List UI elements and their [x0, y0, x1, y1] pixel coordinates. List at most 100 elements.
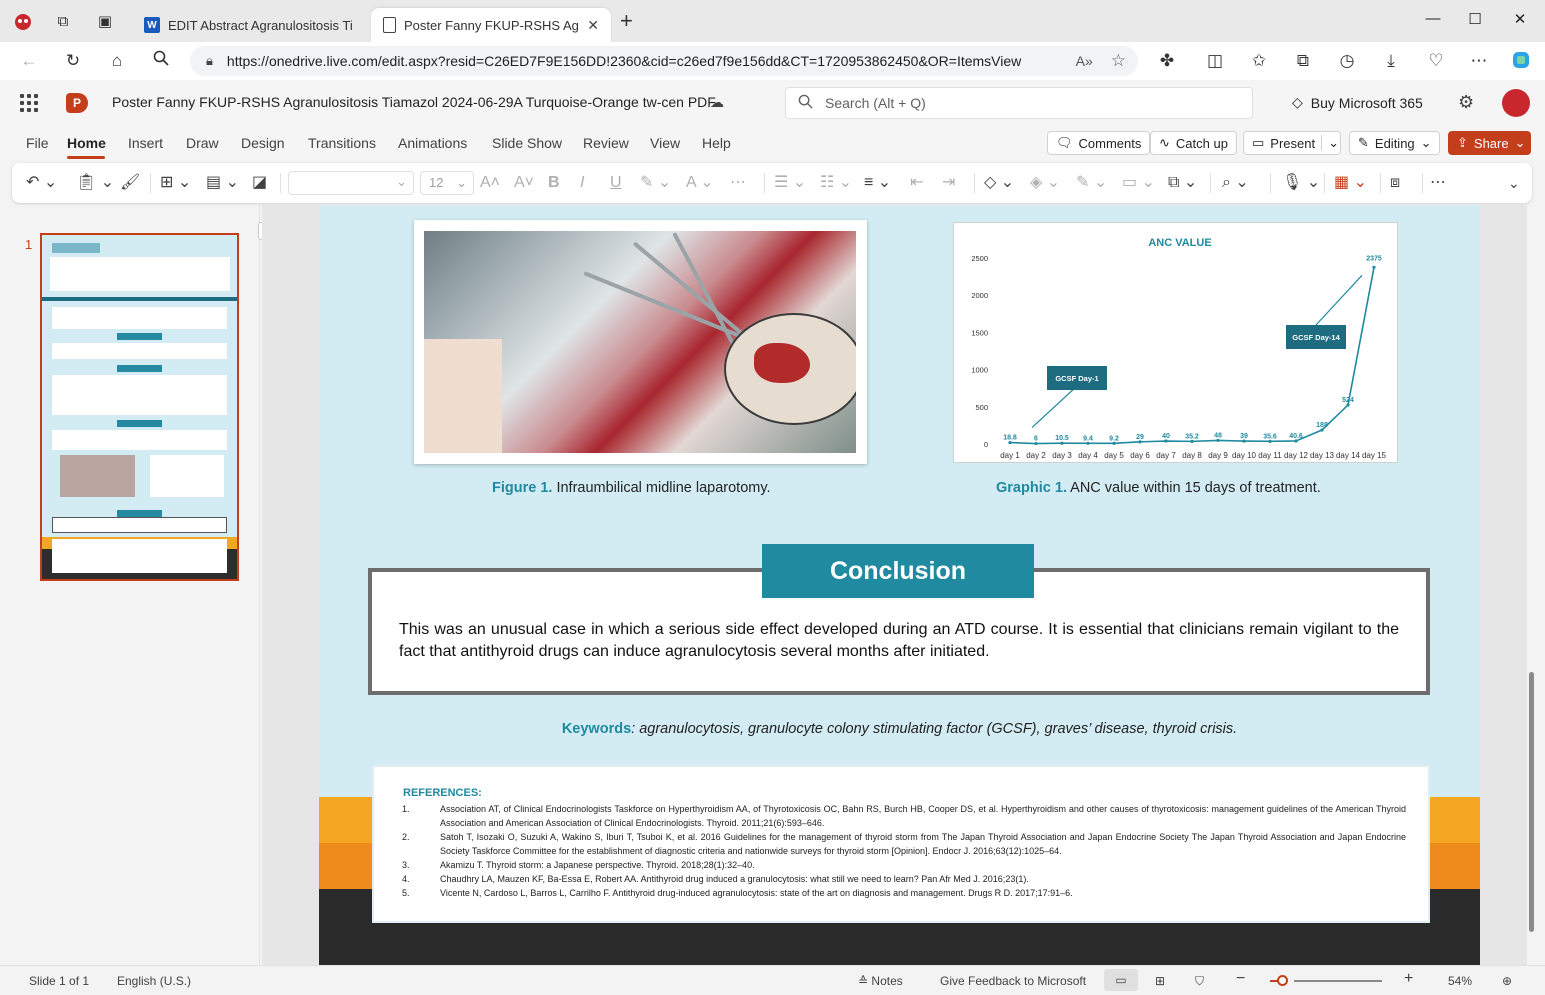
more-options-icon[interactable]: ⋯ — [1430, 172, 1446, 194]
collections-icon[interactable]: ⧉ — [1292, 50, 1314, 72]
slide-sorter-icon[interactable]: ⊞ — [1155, 974, 1165, 988]
app-launcher-icon[interactable] — [20, 94, 38, 112]
workspaces-icon[interactable]: ⧉ — [52, 10, 74, 32]
shape-effects-icon[interactable]: ▭ ⌄ — [1122, 172, 1155, 194]
designer-icon[interactable]: ▦ ⌄ — [1334, 172, 1367, 194]
normal-view-icon[interactable]: ▭ — [1104, 969, 1138, 991]
more-icon[interactable]: ⋯ — [1468, 50, 1490, 72]
figure-frame[interactable] — [414, 220, 867, 464]
tab-poster[interactable]: Poster Fanny FKUP-RSHS Agranu ✕ — [371, 8, 611, 42]
tab-design[interactable]: Design — [241, 135, 285, 151]
grow-font-icon[interactable]: A˄ — [480, 172, 500, 194]
format-painter-icon[interactable]: 🖌︎ — [120, 172, 140, 194]
tab-animations[interactable]: Animations — [398, 135, 467, 151]
tab-help[interactable]: Help — [702, 135, 731, 151]
present-button[interactable]: ▭ Present ⌄ — [1243, 131, 1341, 155]
new-slide-icon[interactable]: ⊞ ⌄ — [160, 172, 191, 194]
share-button[interactable]: ⇪ Share ⌄ — [1448, 131, 1531, 155]
tab-draw[interactable]: Draw — [186, 135, 219, 151]
tab-home[interactable]: Home — [67, 135, 106, 151]
avatar[interactable] — [1502, 89, 1530, 117]
zoom-slider[interactable] — [1294, 980, 1382, 982]
conclusion-text[interactable]: This was an unusual case in which a seri… — [399, 619, 1399, 663]
tab-view[interactable]: View — [650, 135, 680, 151]
zoom-in-icon[interactable]: + — [1404, 970, 1413, 988]
underline-icon[interactable]: U — [610, 172, 622, 194]
maximize-icon[interactable]: ☐ — [1465, 10, 1485, 28]
font-name-field[interactable]: ⌄ — [288, 171, 414, 195]
tab-review[interactable]: Review — [583, 135, 629, 151]
search-input[interactable]: Search (Alt + Q) — [785, 87, 1253, 119]
refresh-icon[interactable]: ↻ — [62, 50, 84, 72]
favorite-star-icon[interactable]: ☆ — [1111, 51, 1126, 71]
catch-up-button[interactable]: ∿ Catch up — [1150, 131, 1237, 155]
read-aloud-icon[interactable]: A» — [1076, 53, 1093, 69]
find-icon[interactable]: ⌕ ⌄ — [1222, 172, 1249, 194]
shrink-font-icon[interactable]: A˅ — [514, 172, 534, 194]
new-tab-button[interactable]: + — [620, 10, 633, 32]
tab-insert[interactable]: Insert — [128, 135, 163, 151]
saved-status-icon[interactable]: ☁︎ — [710, 94, 724, 111]
shape-outline-icon[interactable]: ✎ ⌄ — [1076, 172, 1107, 194]
notes-button[interactable]: ≙ Notes — [858, 974, 903, 988]
home-icon[interactable]: ⌂ — [106, 50, 128, 72]
profile-icon[interactable] — [12, 10, 34, 32]
tab-transitions[interactable]: Transitions — [308, 135, 376, 151]
chevron-down-icon[interactable]: ⌄ — [1321, 135, 1339, 151]
slide-thumbnail[interactable] — [40, 233, 239, 581]
feedback-button[interactable]: Give Feedback to Microsoft — [940, 974, 1086, 988]
history-icon[interactable]: ◷ — [1336, 50, 1358, 72]
reading-view-icon[interactable]: ⛉ — [1195, 974, 1204, 989]
expand-ribbon-icon[interactable]: ⌄ — [1508, 172, 1520, 194]
addins-icon[interactable]: ⧈ — [1390, 172, 1400, 194]
gear-icon[interactable]: ⚙ — [1458, 92, 1474, 113]
dictate-icon[interactable]: 🎙︎ ⌄ — [1282, 172, 1320, 194]
scrollbar-thumb[interactable] — [1529, 672, 1534, 932]
keywords[interactable]: Keywords: agranulocytosis, granulocyte c… — [319, 721, 1480, 737]
search-icon[interactable] — [150, 50, 172, 72]
references-box[interactable]: REFERENCES: 1. Association AT, of Clinic… — [372, 765, 1430, 923]
fit-slide-icon[interactable]: ⊕ — [1502, 974, 1512, 988]
back-icon[interactable]: ← — [18, 50, 40, 72]
font-color-icon[interactable]: A ⌄ — [686, 172, 714, 194]
conclusion-heading[interactable]: Conclusion — [762, 544, 1034, 598]
document-title[interactable]: Poster Fanny FKUP-RSHS Agranulositosis T… — [112, 94, 716, 110]
tab-file[interactable]: File — [26, 135, 49, 151]
comments-button[interactable]: 🗨︎ Comments — [1047, 131, 1151, 155]
close-tab-icon[interactable]: ✕ — [587, 17, 599, 34]
slide[interactable]: ANC VALUE 0 500 1000 1500 2000 2500 day 1 day 2 d… — [319, 205, 1480, 965]
minimize-icon[interactable]: — — [1423, 10, 1443, 27]
zoom-out-icon[interactable]: − — [1236, 970, 1245, 988]
shapes-icon[interactable]: ◇ ⌄ — [984, 172, 1014, 194]
favorites-icon[interactable]: ✩ — [1248, 50, 1270, 72]
tab-actions-icon[interactable]: ▣ — [94, 10, 116, 32]
numbering-icon[interactable]: ☷ ⌄ — [820, 172, 852, 194]
undo-icon[interactable]: ↶ ⌄ — [26, 172, 57, 194]
highlight-icon[interactable]: ✎ ⌄ — [640, 172, 671, 194]
tab-edit-abstract[interactable]: W EDIT Abstract Agranulositosis Tia — [132, 8, 364, 42]
background-icon[interactable]: ◪ — [252, 172, 267, 194]
extensions-icon[interactable]: ✤ — [1156, 50, 1178, 72]
split-screen-icon[interactable]: ◫ — [1204, 50, 1226, 72]
url-field[interactable]: 🔒︎ https://onedrive.live.com/edit.aspx?r… — [190, 46, 1138, 76]
paste-icon[interactable]: 📋︎ ⌄ — [76, 172, 114, 194]
close-window-icon[interactable]: ✕ — [1510, 10, 1530, 28]
downloads-icon[interactable]: ⤓ — [1380, 50, 1402, 72]
shape-fill-icon[interactable]: ◈ ⌄ — [1030, 172, 1060, 194]
italic-icon[interactable]: I — [580, 172, 584, 194]
layout-icon[interactable]: ▤ ⌄ — [206, 172, 239, 194]
arrange-icon[interactable]: ⧉ ⌄ — [1168, 172, 1197, 194]
language-button[interactable]: English (U.S.) — [117, 974, 191, 988]
zoom-level[interactable]: 54% — [1448, 974, 1472, 988]
more-font-options-icon[interactable]: ⋯ — [730, 172, 746, 194]
bold-icon[interactable]: B — [548, 172, 560, 194]
bullets-icon[interactable]: ☰ ⌄ — [774, 172, 806, 194]
performance-icon[interactable]: ♡ — [1425, 50, 1447, 72]
align-icon[interactable]: ≡ ⌄ — [864, 172, 891, 194]
anc-chart[interactable]: ANC VALUE 0 500 1000 1500 2000 2500 day 1 day 2 d… — [953, 222, 1398, 463]
zoom-slider-thumb[interactable] — [1277, 975, 1288, 986]
increase-indent-icon[interactable]: ⇥ — [942, 172, 955, 194]
font-size-field[interactable]: 12 ⌄ — [420, 171, 474, 195]
tab-slide-show[interactable]: Slide Show — [492, 135, 562, 151]
decrease-indent-icon[interactable]: ⇤ — [910, 172, 923, 194]
